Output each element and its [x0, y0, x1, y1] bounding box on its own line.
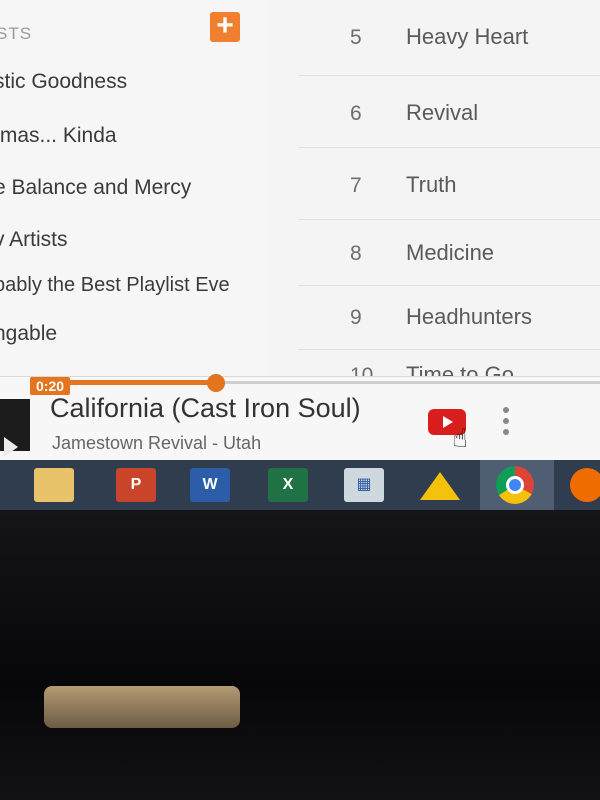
file-explorer-icon[interactable] — [34, 468, 74, 502]
add-playlist-button[interactable]: + — [210, 11, 240, 42]
track-title: Truth — [406, 172, 457, 197]
playlist-item[interactable]: stic Goodness — [0, 70, 127, 94]
screen: STS + stic Goodness tmas... Kinda e Bala… — [0, 0, 600, 510]
word-icon[interactable]: W — [190, 468, 230, 502]
playlist-item[interactable]: v Artists — [0, 228, 68, 252]
calculator-icon[interactable]: ▦ — [344, 468, 384, 502]
track-title: Headhunters — [406, 304, 532, 329]
playlist-sidebar: STS + stic Goodness tmas... Kinda e Bala… — [0, 0, 268, 380]
playlist-item[interactable]: bably the Best Playlist Eve — [0, 274, 230, 297]
previous-panel-edge[interactable] — [0, 399, 30, 457]
play-arrow-icon — [4, 437, 18, 457]
laptop-hinge — [44, 686, 240, 728]
track-row[interactable]: 9 Headhunters — [298, 286, 600, 350]
dot — [503, 418, 509, 424]
dot — [503, 407, 509, 413]
chrome-icon[interactable] — [496, 466, 534, 504]
song-artist-album[interactable]: Jamestown Revival - Utah — [52, 433, 261, 454]
laptop-bezel — [0, 510, 600, 800]
playlists-header: STS — [0, 24, 33, 43]
track-row[interactable]: 8 Medicine — [298, 222, 600, 286]
chrome-center — [506, 476, 524, 494]
progress-handle[interactable] — [207, 374, 225, 392]
track-number: 8 — [350, 242, 362, 265]
track-title: Revival — [406, 100, 479, 125]
more-vert-icon[interactable] — [496, 405, 516, 437]
track-title: Medicine — [406, 240, 495, 265]
track-number: 7 — [350, 174, 362, 197]
excel-icon[interactable]: X — [268, 468, 308, 502]
track-list: 5 Heavy Heart 6 Revival 7 Truth 8 Medici… — [268, 0, 600, 380]
song-title: California (Cast Iron Soul) — [50, 393, 361, 423]
track-number: 6 — [350, 102, 362, 125]
hand-cursor-icon: ☝ — [452, 423, 468, 453]
now-playing-bar: 0:20 California (Cast Iron Soul) Jamesto… — [0, 374, 600, 460]
track-row[interactable]: 6 Revival — [298, 84, 600, 148]
dot — [503, 429, 509, 435]
google-drive-icon[interactable] — [418, 468, 462, 502]
playlist-item[interactable]: tmas... Kinda — [0, 124, 117, 148]
track-title: Heavy Heart — [406, 24, 529, 49]
playlist-item[interactable]: e Balance and Mercy — [0, 176, 191, 200]
google-play-music-icon[interactable] — [570, 468, 600, 502]
drive-triangle — [420, 472, 460, 500]
track-number: 9 — [350, 306, 362, 329]
track-row[interactable]: 5 Heavy Heart — [298, 12, 600, 76]
track-number: 5 — [350, 26, 362, 49]
playlist-item[interactable]: ngable — [0, 322, 57, 346]
track-row[interactable]: 7 Truth — [298, 156, 600, 220]
powerpoint-icon[interactable]: P — [116, 468, 156, 502]
